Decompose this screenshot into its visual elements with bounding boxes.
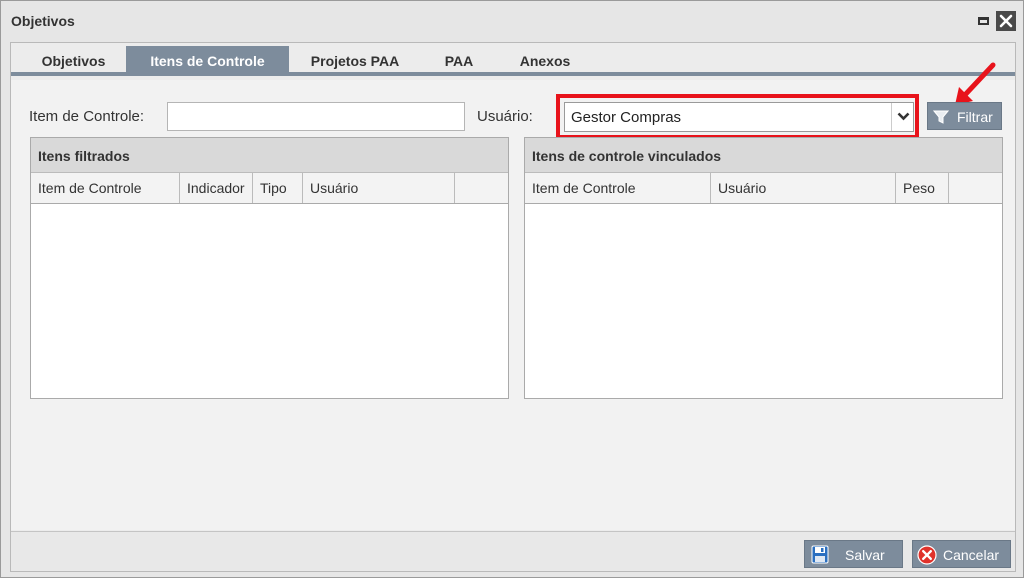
itens-filtrados-grid: Itens filtrados Item de Controle Indicad…	[30, 137, 509, 399]
tab-content: Item de Controle: Usuário: Gestor Compra…	[11, 62, 1015, 530]
usuario-label: Usuário:	[477, 108, 533, 125]
usuario-selected-value: Gestor Compras	[571, 109, 682, 126]
col-usuario[interactable]: Usuário	[711, 173, 896, 203]
col-spacer	[949, 173, 1002, 203]
close-icon	[999, 14, 1013, 28]
cancelar-label: Cancelar	[943, 547, 1000, 563]
floppy-disk-icon	[811, 545, 829, 564]
usuario-select[interactable]: Gestor Compras	[564, 102, 914, 132]
tab-anexos[interactable]: Anexos	[505, 46, 585, 76]
itens-vinculados-title: Itens de controle vinculados	[525, 138, 1002, 173]
window-title: Objetivos	[11, 13, 75, 29]
tab-paa[interactable]: PAA	[423, 46, 495, 76]
itens-vinculados-grid: Itens de controle vinculados Item de Con…	[524, 137, 1003, 399]
cancel-x-icon	[917, 545, 937, 565]
col-item-de-controle[interactable]: Item de Controle	[31, 173, 180, 203]
salvar-label: Salvar	[845, 547, 885, 563]
col-item-de-controle[interactable]: Item de Controle	[525, 173, 711, 203]
col-spacer	[455, 173, 508, 203]
dialog-window: Objetivos Objetivos Itens de Controle Pr…	[0, 0, 1024, 578]
close-button[interactable]	[996, 11, 1016, 31]
tab-itens-de-controle[interactable]: Itens de Controle	[126, 46, 289, 76]
dialog-body: Objetivos Itens de Controle Projetos PAA…	[10, 42, 1016, 572]
col-usuario[interactable]: Usuário	[303, 173, 455, 203]
filtrar-label: Filtrar	[957, 109, 993, 125]
maximize-button[interactable]	[975, 12, 993, 30]
itens-filtrados-title: Itens filtrados	[31, 138, 508, 173]
tab-objetivos[interactable]: Objetivos	[21, 46, 126, 76]
cancelar-button[interactable]: Cancelar	[912, 540, 1011, 568]
itens-vinculados-header: Item de Controle Usuário Peso	[525, 173, 1002, 204]
tab-projetos-paa[interactable]: Projetos PAA	[295, 46, 415, 76]
filtrar-button[interactable]: Filtrar	[927, 102, 1002, 130]
col-peso[interactable]: Peso	[896, 173, 949, 203]
tab-bar: Objetivos Itens de Controle Projetos PAA…	[11, 43, 1015, 76]
title-bar: Objetivos	[1, 1, 1023, 41]
item-de-controle-input[interactable]	[167, 102, 465, 131]
dropdown-toggle[interactable]	[891, 103, 913, 131]
funnel-icon	[933, 110, 949, 124]
chevron-down-icon	[897, 112, 910, 121]
item-de-controle-label: Item de Controle:	[29, 108, 145, 125]
dialog-footer: Salvar Cancelar	[11, 531, 1015, 571]
col-tipo[interactable]: Tipo	[253, 173, 303, 203]
salvar-button[interactable]: Salvar	[804, 540, 903, 568]
itens-filtrados-header: Item de Controle Indicador Tipo Usuário	[31, 173, 508, 204]
maximize-icon	[978, 17, 989, 25]
col-indicador[interactable]: Indicador	[180, 173, 253, 203]
